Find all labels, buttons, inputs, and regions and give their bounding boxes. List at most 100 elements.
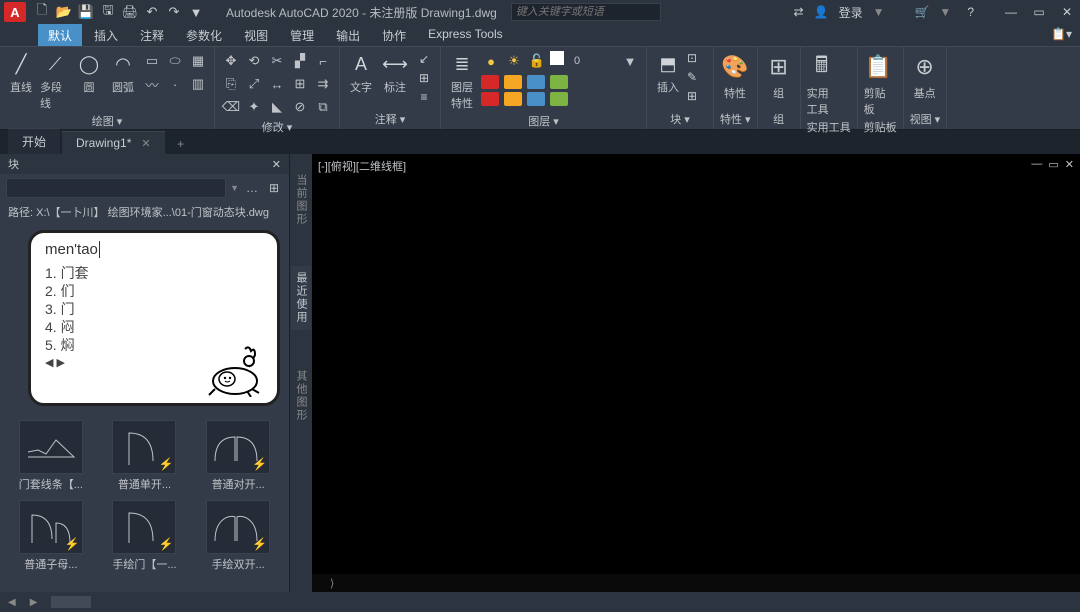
help-icon[interactable]: ? [967,5,974,19]
open-icon[interactable]: 📂 [56,4,72,20]
ime-candidate[interactable]: 1. 门套 [45,264,263,282]
utilities-button[interactable]: 🖩实用工具 [807,51,837,117]
create-block-icon[interactable]: ⊡ [687,51,707,67]
point-icon[interactable]: · [165,74,185,94]
array-icon[interactable]: ⊞ [290,74,310,94]
tab-insert[interactable]: 插入 [84,24,128,46]
tab-start[interactable]: 开始 [8,128,60,154]
grid-view-icon[interactable]: ⊞ [265,179,283,197]
user-icon[interactable]: 👤 [814,5,829,19]
basepoint-button[interactable]: ⊕基点 [910,51,940,101]
redo-icon[interactable]: ↷ [166,4,182,20]
browse-icon[interactable]: … [243,179,261,197]
tab-collab[interactable]: 协作 [372,24,416,46]
tab-annotate[interactable]: 注释 [130,24,174,46]
swatch-blue2[interactable] [527,92,545,106]
hatch-icon[interactable]: ▦ [188,51,208,71]
close-tab-icon[interactable]: ✕ [141,137,150,150]
qat-dropdown-icon[interactable]: ▼ [188,4,204,20]
cart-icon[interactable]: 🛒 [914,5,929,19]
ime-candidate[interactable]: 3. 门 [45,300,263,318]
layer-dropdown-icon[interactable]: ▼ [620,51,640,71]
chamfer-icon[interactable]: ◣ [267,97,287,117]
cart-dropdown-icon[interactable]: ▼ [939,5,951,19]
layout-next-icon[interactable]: ▶ [30,597,38,608]
stretch-icon[interactable]: ↔ [267,74,287,94]
thumb-zimu-door[interactable]: ⚡普通子母... [8,500,94,572]
thumb-hand-double[interactable]: ⚡手绘双开... [195,500,281,572]
login-link[interactable]: 登录 [839,4,863,21]
clipboard-button[interactable]: 📋剪贴板 [864,51,894,117]
tab-default[interactable]: 默认 [38,24,82,46]
lock-icon[interactable]: 🔓 [527,51,547,71]
join-icon[interactable]: ⧉ [313,97,333,117]
region-icon[interactable]: ▥ [188,74,208,94]
swatch-green[interactable] [550,75,568,89]
explode-icon[interactable]: ✦ [244,97,264,117]
tab-view[interactable]: 视图 [234,24,278,46]
minimize-button[interactable]: — [1002,4,1020,20]
leader-icon[interactable]: ↙ [414,51,434,67]
attrib-icon[interactable]: ⊞ [687,89,707,105]
ribbon-collapse-icon[interactable]: 📋▾ [1043,24,1080,46]
filter-dropdown-icon[interactable]: ▼ [230,183,239,193]
fillet-icon[interactable]: ⌐ [313,51,333,71]
maximize-button[interactable]: ▭ [1030,4,1048,20]
move-icon[interactable]: ✥ [221,51,241,71]
dimension-button[interactable]: ⟷标注 [380,51,410,95]
palette-close-icon[interactable]: ✕ [272,158,281,171]
table-icon[interactable]: ⊞ [414,70,434,86]
thumb-hand-door[interactable]: ⚡手绘门【一... [102,500,188,572]
layer0-swatch[interactable] [550,51,564,65]
mirror-icon[interactable]: ▞ [290,51,310,71]
trim-icon[interactable]: ✂ [267,51,287,71]
erase-icon[interactable]: ⌫ [221,97,241,117]
thumb-mentao-line[interactable]: 门套线条【... [8,420,94,492]
share-icon[interactable]: ⇄ [794,5,804,19]
model-tab-icon[interactable] [51,596,91,608]
drawing-viewport[interactable]: [-][俯视][二维线框] — ▭ ✕ [312,154,1080,592]
text-button[interactable]: A文字 [346,51,376,95]
new-icon[interactable]: 🗋 [34,4,50,20]
app-logo[interactable]: A [4,2,26,22]
vp-maximize-icon[interactable]: ▭ [1048,158,1058,171]
login-dropdown-icon[interactable]: ▼ [873,5,885,19]
tab-parametric[interactable]: 参数化 [176,24,232,46]
thumb-single-door[interactable]: ⚡普通单开... [102,420,188,492]
command-line[interactable]: ⟩ [312,574,1080,592]
thumb-double-door[interactable]: ⚡普通对开... [195,420,281,492]
spline-icon[interactable]: 〰 [142,74,162,94]
vtab-recent[interactable]: 最近使用 [291,266,311,330]
polyline-button[interactable]: ⟋多段线 [40,51,70,111]
swatch-orange2[interactable] [504,92,522,106]
vtab-current[interactable]: 当前图形 [293,174,309,226]
group-button[interactable]: ⊞组 [764,51,794,101]
plot-icon[interactable]: 🖨 [122,4,138,20]
rect-icon[interactable]: ▭ [142,51,162,71]
viewport-label[interactable]: [-][俯视][二维线框] [318,158,406,174]
circle-button[interactable]: ◯圆 [74,51,104,95]
ime-candidate[interactable]: 2. 们 [45,282,263,300]
bulb-icon[interactable]: ● [481,51,501,71]
edit-block-icon[interactable]: ✎ [687,70,707,86]
tab-drawing1[interactable]: Drawing1*✕ [62,131,165,154]
arc-button[interactable]: ◠圆弧 [108,51,138,95]
swatch-red[interactable] [481,75,499,89]
save-icon[interactable]: 💾 [78,4,94,20]
properties-button[interactable]: 🎨特性 [720,51,750,101]
mtext-icon[interactable]: ≡ [414,89,434,105]
tab-output[interactable]: 输出 [326,24,370,46]
swatch-orange[interactable] [504,75,522,89]
insert-button[interactable]: ⬒插入 [653,51,683,95]
undo-icon[interactable]: ↶ [144,4,160,20]
vp-minimize-icon[interactable]: — [1031,158,1042,171]
sun-icon[interactable]: ☀ [504,51,524,71]
tab-express[interactable]: Express Tools [418,24,512,46]
vp-close-icon[interactable]: ✕ [1065,158,1074,171]
swatch-green2[interactable] [550,92,568,106]
ime-candidate[interactable]: 4. 闷 [45,318,263,336]
add-tab-button[interactable]: + [171,134,191,154]
saveas-icon[interactable]: 🖫 [100,4,116,20]
vtab-other[interactable]: 其他图形 [293,370,309,422]
offset-icon[interactable]: ⇉ [313,74,333,94]
